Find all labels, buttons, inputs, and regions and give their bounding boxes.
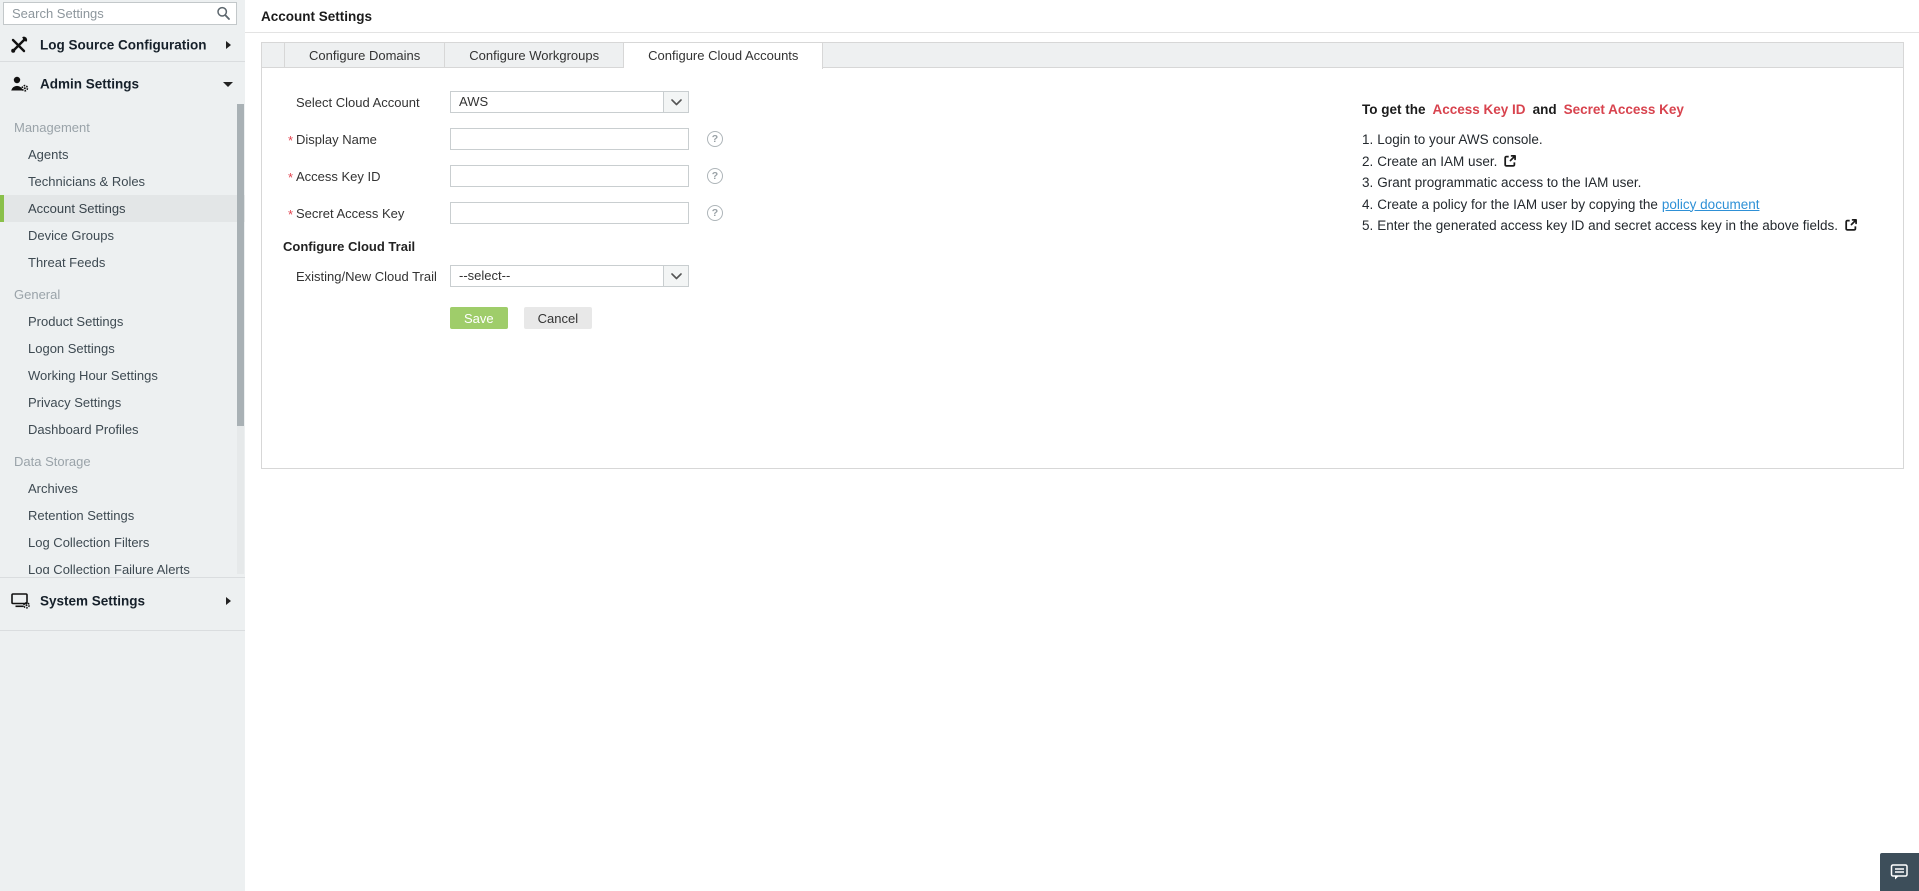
title-bar: Account Settings bbox=[245, 0, 1919, 33]
tab-bar: Configure Domains Configure Workgroups C… bbox=[262, 43, 1903, 69]
section-label-data-storage: Data Storage bbox=[14, 454, 91, 469]
system-gear-icon bbox=[11, 593, 30, 609]
field-label: * Secret Access Key bbox=[288, 205, 405, 222]
sidebar-item-label: Log Source Configuration bbox=[40, 37, 207, 53]
required-marker: * bbox=[288, 169, 294, 185]
sidebar-item-working-hour-settings[interactable]: Working Hour Settings bbox=[0, 362, 245, 389]
page-title: Account Settings bbox=[261, 8, 373, 24]
cancel-button[interactable]: Cancel bbox=[523, 307, 593, 329]
secret-access-key-field[interactable] bbox=[450, 202, 689, 224]
sidebar-item-log-collection-filters[interactable]: Log Collection Filters bbox=[0, 529, 245, 556]
select-value: --select-- bbox=[459, 268, 511, 283]
divider bbox=[0, 630, 245, 631]
search-box bbox=[3, 2, 237, 25]
instruction-step: 4. Create a policy for the IAM user by c… bbox=[1362, 196, 1760, 213]
tab-panel-body: Select Cloud Account AWS * Display Name … bbox=[262, 68, 1903, 469]
aws-key-instructions: To get the Access Key ID and Secret Access … bbox=[1362, 102, 1858, 241]
main-content: Account Settings Configure Domains Confi… bbox=[245, 0, 1919, 891]
chevron-down-icon bbox=[223, 82, 233, 87]
sidebar-item-technicians-roles[interactable]: Technicians & Roles bbox=[0, 168, 245, 195]
field-label: * Access Key ID bbox=[288, 168, 381, 185]
section-label-management: Management bbox=[14, 120, 90, 135]
instruction-step: 2. Create an IAM user. bbox=[1362, 154, 1858, 177]
help-icon[interactable]: ? bbox=[707, 168, 723, 184]
instruction-step: 1. Login to your AWS console. bbox=[1362, 132, 1543, 147]
form-actions: Save Cancel bbox=[262, 307, 1903, 329]
sidebar-scroll-area: Management Agents Technicians & Roles Ac… bbox=[0, 104, 245, 574]
sidebar-item-account-settings[interactable]: Account Settings bbox=[0, 195, 245, 222]
cloud-trail-select[interactable]: --select-- bbox=[450, 265, 689, 287]
search-input[interactable] bbox=[3, 2, 237, 25]
sidebar-item-retention-settings[interactable]: Retention Settings bbox=[0, 502, 245, 529]
instruction-step: 5. Enter the generated access key ID and… bbox=[1362, 218, 1858, 241]
instruction-step: 3. Grant programmatic access to the IAM … bbox=[1362, 175, 1642, 190]
sidebar-item-privacy-settings[interactable]: Privacy Settings bbox=[0, 389, 245, 416]
tab-configure-cloud-accounts[interactable]: Configure Cloud Accounts bbox=[624, 43, 824, 69]
select-dropdown-button[interactable] bbox=[663, 92, 688, 112]
sidebar-scrollbar[interactable] bbox=[237, 104, 244, 574]
sidebar-item-agents[interactable]: Agents bbox=[0, 141, 245, 168]
sidebar-item-admin-settings[interactable]: Admin Settings bbox=[0, 64, 245, 104]
chevron-right-icon bbox=[226, 597, 231, 605]
field-label: * Display Name bbox=[288, 131, 377, 148]
sidebar-item-label: System Settings bbox=[40, 593, 146, 609]
access-key-id-highlight: Access Key ID bbox=[1432, 102, 1526, 117]
section-label-general: General bbox=[14, 287, 61, 302]
divider bbox=[0, 61, 245, 62]
policy-document-link[interactable]: policy document bbox=[1662, 197, 1760, 213]
field-label: Select Cloud Account bbox=[296, 94, 420, 110]
field-label: Existing/New Cloud Trail bbox=[296, 268, 437, 284]
search-icon bbox=[217, 6, 230, 20]
tab-configure-domains[interactable]: Configure Domains bbox=[284, 43, 446, 67]
sidebar-item-device-groups[interactable]: Device Groups bbox=[0, 222, 245, 249]
admin-user-gear-icon bbox=[11, 76, 29, 92]
settings-sidebar: Log Source Configuration Admin Settings … bbox=[0, 0, 245, 891]
select-value: AWS bbox=[459, 94, 489, 109]
chevron-down-icon bbox=[670, 98, 682, 105]
sidebar-item-dashboard-profiles[interactable]: Dashboard Profiles bbox=[0, 416, 245, 443]
chat-button[interactable] bbox=[1880, 853, 1919, 891]
external-link-icon[interactable] bbox=[1844, 218, 1858, 232]
access-key-id-field[interactable] bbox=[450, 165, 689, 187]
display-name-field[interactable] bbox=[450, 128, 689, 150]
account-settings-panel: Configure Domains Configure Workgroups C… bbox=[261, 42, 1904, 469]
settings-page: Log Source Configuration Admin Settings … bbox=[0, 0, 1919, 891]
select-dropdown-button[interactable] bbox=[663, 266, 688, 286]
cloud-account-select[interactable]: AWS bbox=[450, 91, 689, 113]
chevron-down-icon bbox=[670, 272, 682, 279]
required-marker: * bbox=[288, 132, 294, 148]
scrollbar-thumb[interactable] bbox=[237, 104, 244, 426]
configure-cloud-trail-heading: Configure Cloud Trail bbox=[283, 239, 416, 254]
sidebar-item-log-collection-failure-alerts[interactable]: Log Collection Failure Alerts bbox=[0, 556, 245, 574]
divider bbox=[0, 577, 245, 578]
required-marker: * bbox=[288, 206, 294, 222]
tools-icon bbox=[11, 36, 28, 53]
help-icon[interactable]: ? bbox=[707, 205, 723, 221]
chat-icon bbox=[1890, 864, 1908, 880]
save-button[interactable]: Save bbox=[450, 307, 508, 329]
sidebar-item-log-source-configuration[interactable]: Log Source Configuration bbox=[0, 30, 245, 60]
sidebar-item-archives[interactable]: Archives bbox=[0, 475, 245, 502]
chevron-right-icon bbox=[226, 41, 231, 49]
sidebar-item-threat-feeds[interactable]: Threat Feeds bbox=[0, 249, 245, 276]
form-row: Existing/New Cloud Trail --select-- bbox=[262, 265, 1903, 287]
sidebar-item-label: Admin Settings bbox=[40, 76, 140, 92]
secret-access-key-highlight: Secret Access Key bbox=[1563, 102, 1684, 117]
tab-configure-workgroups[interactable]: Configure Workgroups bbox=[445, 43, 625, 67]
external-link-icon[interactable] bbox=[1503, 154, 1517, 168]
help-icon[interactable]: ? bbox=[707, 131, 723, 147]
sidebar-item-logon-settings[interactable]: Logon Settings bbox=[0, 335, 245, 362]
instructions-title: To get the Access Key ID and Secret Access … bbox=[1362, 102, 1684, 117]
sidebar-item-system-settings[interactable]: System Settings bbox=[0, 584, 245, 618]
sidebar-item-product-settings[interactable]: Product Settings bbox=[0, 308, 245, 335]
